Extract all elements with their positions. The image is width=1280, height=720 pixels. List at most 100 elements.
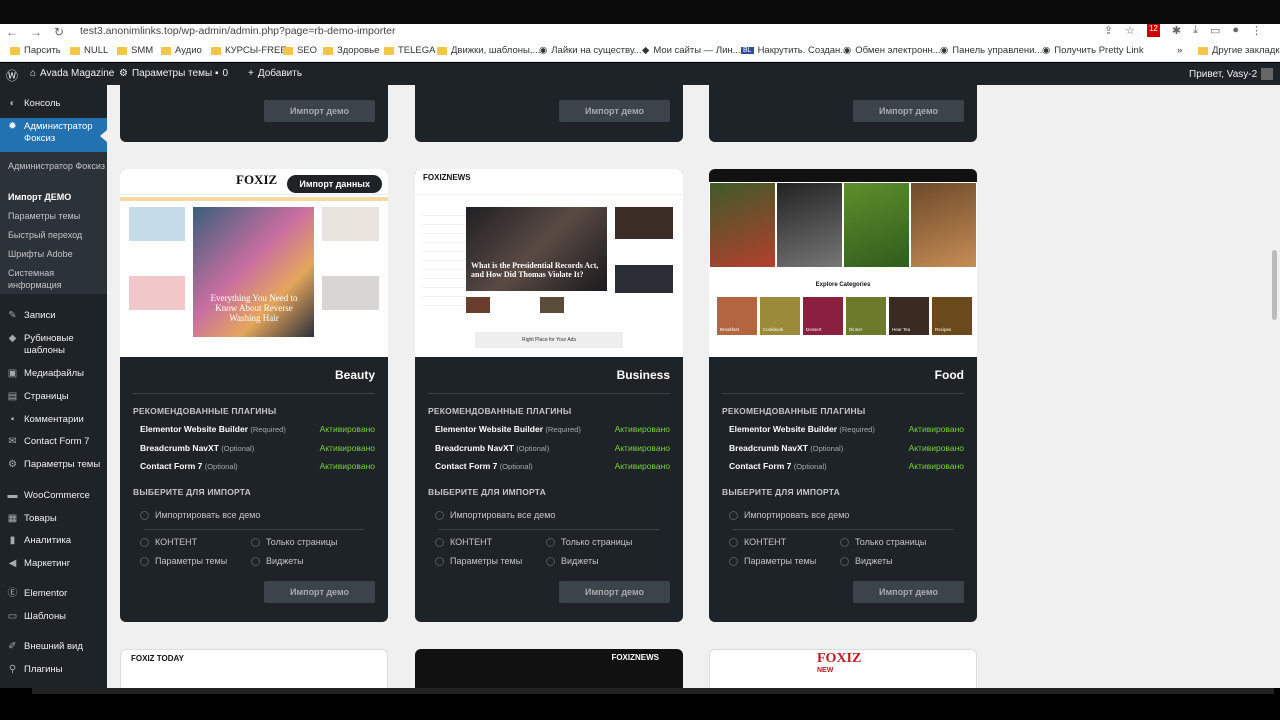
pages-only-radio[interactable]: Только страницы: [251, 537, 337, 547]
extension-badge[interactable]: 12: [1146, 24, 1160, 37]
import-demo-button[interactable]: Импорт демо: [264, 581, 375, 603]
other-bookmarks[interactable]: Другие закладки: [1198, 45, 1280, 56]
wordpress-icon[interactable]: Ⓦ: [6, 67, 18, 84]
dashboard-icon: ◐: [9, 98, 16, 109]
bookmark[interactable]: ◉ Лайки на существу...: [539, 45, 642, 56]
widgets-radio[interactable]: Виджеты: [840, 556, 893, 566]
menu-plugins[interactable]: ⚲ Плагины: [0, 664, 107, 676]
content-radio[interactable]: КОНТЕНТ: [140, 537, 197, 547]
bookmark[interactable]: ◉ Панель управлени...: [940, 45, 1042, 56]
share-icon[interactable]: ⇪: [1104, 24, 1113, 37]
bookmark[interactable]: ◉ Получить Pretty Link: [1042, 45, 1144, 56]
demo-card-bottom[interactable]: FOXIZ TODAY: [120, 649, 388, 688]
bookmark[interactable]: Аудио: [161, 45, 202, 56]
forward-icon[interactable]: →: [30, 25, 42, 39]
submenu-theme-options[interactable]: Параметры темы: [8, 210, 80, 222]
menu-foxiz-admin[interactable]: ✹ Администратор Фоксиз: [0, 121, 107, 145]
import-demo-button[interactable]: Импорт демо: [559, 581, 670, 603]
bookmark[interactable]: ◆ Мои сайты — Лин...: [642, 45, 741, 56]
bookmark[interactable]: Движки, шаблоны,...: [437, 45, 540, 56]
widgets-radio[interactable]: Виджеты: [251, 556, 304, 566]
menu-contact-form[interactable]: ✉ Contact Form 7: [0, 436, 107, 448]
submenu-import-demo[interactable]: Импорт ДЕМО: [8, 191, 71, 203]
import-demo-button[interactable]: Импорт демо: [559, 100, 670, 122]
scrollbar-thumb[interactable]: [1272, 250, 1277, 320]
plugin-cf7: Contact Form 7 (Optional): [140, 461, 238, 471]
site-name-link[interactable]: ⌂ Avada Magazine: [30, 68, 114, 79]
submenu-quick-nav[interactable]: Быстрый переход: [8, 229, 82, 241]
menu-templates[interactable]: ▭ Шаблоны: [0, 611, 107, 623]
avatar[interactable]: ●: [1232, 24, 1239, 37]
import-demo-button[interactable]: Импорт демо: [264, 100, 375, 122]
plug-icon: ⚲: [8, 664, 17, 675]
theme-options-radio[interactable]: Параметры темы: [729, 556, 816, 566]
demo-card-bottom[interactable]: FOXIZNEWS: [415, 649, 683, 688]
bookmark[interactable]: TELEGA: [384, 45, 436, 56]
import-all-radio[interactable]: Импортировать все демо: [140, 510, 260, 520]
bookmark[interactable]: BL Накрутить. Создан...: [741, 45, 848, 56]
star-icon[interactable]: ☆: [1125, 24, 1135, 37]
demo-preview-beauty[interactable]: FOXIZ Everything You Need to Know About …: [120, 169, 388, 357]
menu-pages[interactable]: ▤ Страницы: [0, 391, 107, 403]
reload-icon[interactable]: ↻: [54, 25, 64, 39]
account-greeting[interactable]: Привет, Vasy-2: [1189, 68, 1274, 80]
bookmark[interactable]: Здоровье: [323, 45, 379, 56]
url-text[interactable]: test3.anonimlinks.top/wp-admin/admin.php…: [80, 25, 395, 37]
menu-elementor[interactable]: Ⓔ Elementor: [0, 588, 107, 600]
megaphone-icon: ◀: [8, 558, 17, 569]
demo-card-bottom[interactable]: FOXIZ NEW: [709, 649, 977, 688]
menu-media[interactable]: ▣ Медиафайлы: [0, 368, 107, 380]
menu-appearance[interactable]: ✐ Внешний вид: [0, 641, 107, 653]
menu-posts[interactable]: ✎ Записи: [0, 310, 107, 322]
widgets-radio[interactable]: Виджеты: [546, 556, 599, 566]
comments-link[interactable]: ▪ 0: [215, 68, 228, 79]
theme-options-radio[interactable]: Параметры темы: [140, 556, 227, 566]
back-icon[interactable]: ←: [6, 25, 18, 39]
demo-title: Business: [616, 368, 670, 382]
bookmark[interactable]: КУРСЫ-FREE: [211, 45, 287, 56]
menu-ruby-templates[interactable]: ◆ Рубиновые шаблоны: [0, 333, 107, 357]
submenu-admin[interactable]: Администратор Фоксиз: [8, 160, 105, 172]
menu-products[interactable]: ▦ Товары: [0, 513, 107, 525]
menu-analytics[interactable]: ▮ Аналитика: [0, 535, 107, 547]
bookmarks-overflow-icon[interactable]: »: [1177, 45, 1182, 56]
import-all-radio[interactable]: Импортировать все демо: [435, 510, 555, 520]
address-bar[interactable]: ← → ↻ test3.anonimlinks.top/wp-admin/adm…: [0, 24, 1280, 40]
import-demo-button[interactable]: Импорт демо: [853, 581, 964, 603]
theme-options-radio[interactable]: Параметры темы: [435, 556, 522, 566]
puzzle-icon[interactable]: ✱: [1172, 24, 1181, 37]
bookmark[interactable]: NULL: [70, 45, 108, 56]
content-radio[interactable]: КОНТЕНТ: [435, 537, 492, 547]
menu-woocommerce[interactable]: ▬ WooCommerce: [0, 490, 107, 502]
menu-theme-options[interactable]: ⚙ Параметры темы: [0, 459, 107, 471]
pages-only-radio[interactable]: Только страницы: [546, 537, 632, 547]
menu-console[interactable]: ◐ Консоль: [0, 98, 107, 110]
theme-options-link[interactable]: ⚙ Параметры темы: [119, 68, 212, 79]
page-icon: ▤: [7, 391, 18, 402]
import-demo-button[interactable]: Импорт демо: [853, 100, 964, 122]
home-icon: ⌂: [30, 68, 37, 79]
bookmark[interactable]: Парсить: [10, 45, 61, 56]
choose-import-heading: ВЫБЕРИТЕ ДЛЯ ИМПОРТА: [722, 487, 840, 497]
taskbar: [32, 688, 1274, 694]
demo-preview-food[interactable]: Explore Categories Breakfast Cookbook De…: [709, 169, 977, 357]
import-data-badge[interactable]: Импорт данных: [287, 175, 382, 193]
pages-only-radio[interactable]: Только страницы: [840, 537, 926, 547]
download-icon[interactable]: ⤓: [1193, 24, 1198, 37]
bookmark[interactable]: SEO: [283, 45, 317, 56]
demo-preview-business[interactable]: FOXIZNEWS What is the Presidential Recor…: [415, 169, 683, 357]
bookmark[interactable]: ◉ Обмен электронн...: [843, 45, 941, 56]
menu-marketing[interactable]: ◀ Маркетинг: [0, 558, 107, 570]
menu-comments[interactable]: ▪ Комментарии: [0, 414, 107, 426]
preview-slide: [777, 183, 842, 267]
import-all-radio[interactable]: Импортировать все демо: [729, 510, 849, 520]
add-new-link[interactable]: + Добавить: [248, 68, 302, 79]
menu-icon[interactable]: ⋮: [1251, 24, 1262, 37]
bookmark[interactable]: SMM: [117, 45, 153, 56]
submenu-adobe-fonts[interactable]: Шрифты Adobe: [8, 248, 73, 260]
submenu-system-info[interactable]: Системная информация: [8, 267, 78, 291]
window-icon[interactable]: ▭: [1210, 24, 1220, 37]
preview-thumb: [322, 276, 379, 310]
content-radio[interactable]: КОНТЕНТ: [729, 537, 786, 547]
shield-icon: ◆: [642, 45, 650, 56]
